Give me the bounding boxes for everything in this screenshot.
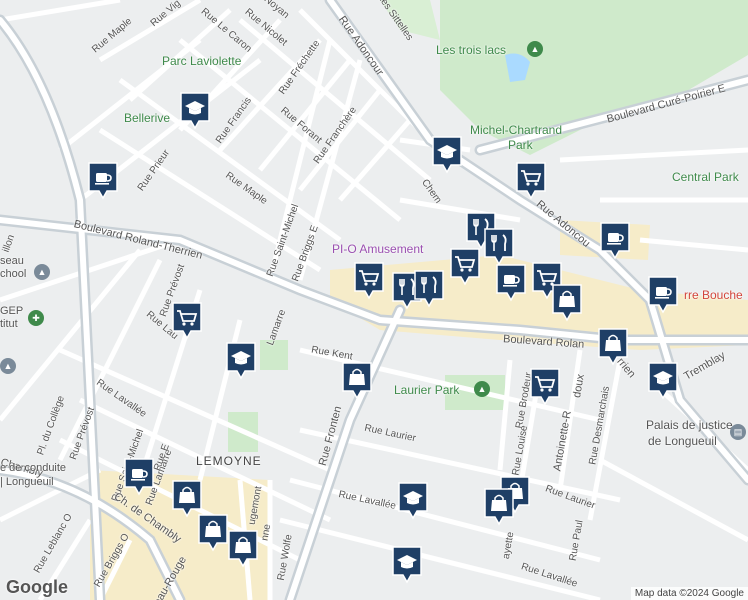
park-label-laurier: Laurier Park	[394, 383, 460, 397]
school-pin-west: ▲	[34, 264, 50, 280]
map-marker-grocery-cart[interactable]	[530, 368, 560, 406]
grocery-cart-icon	[172, 302, 202, 340]
cafe-icon	[496, 264, 526, 302]
school-icon	[648, 362, 678, 400]
place-label-bellerive: Bellerive	[124, 111, 171, 125]
map-marker-school[interactable]	[180, 92, 210, 130]
school-icon	[398, 482, 428, 520]
cegep-pin: ✚	[28, 310, 44, 326]
map-marker-shopping-bag[interactable]	[228, 530, 258, 568]
grocery-cart-icon	[516, 162, 546, 200]
restaurant-icon	[414, 270, 444, 308]
park-pin-trois-lacs: ▲	[527, 41, 543, 57]
shopping-bag-icon	[598, 328, 628, 366]
school-icon	[180, 92, 210, 130]
school-icon	[392, 546, 422, 584]
shopping-bag-icon	[172, 480, 202, 518]
map-marker-cafe[interactable]	[124, 458, 154, 496]
grocery-cart-icon	[530, 368, 560, 406]
school-pin-west-2: ▲	[0, 358, 16, 374]
cafe-icon	[88, 162, 118, 200]
map-marker-grocery-cart[interactable]	[450, 248, 480, 286]
map-marker-cafe[interactable]	[648, 276, 678, 314]
park-label-trois-lacs: Les trois lacs	[436, 43, 507, 57]
map-marker-school[interactable]	[398, 482, 428, 520]
map-marker-cafe[interactable]	[496, 264, 526, 302]
place-label-seau: seau	[0, 255, 24, 267]
grocery-cart-icon	[354, 262, 384, 300]
map-marker-grocery-cart[interactable]	[172, 302, 202, 340]
cafe-icon	[124, 458, 154, 496]
map-marker-restaurant[interactable]	[484, 228, 514, 266]
shopping-bag-icon	[228, 530, 258, 568]
google-logo: Google	[6, 577, 68, 597]
map-marker-school[interactable]	[226, 342, 256, 380]
map-base-layer	[0, 0, 748, 600]
map-marker-shopping-bag[interactable]	[552, 284, 582, 322]
map-marker-shopping-bag[interactable]	[484, 488, 514, 526]
place-label-school: chool	[0, 268, 27, 280]
map-marker-cafe[interactable]	[88, 162, 118, 200]
map-marker-shopping-bag[interactable]	[172, 480, 202, 518]
place-label-central-park: Central Park	[672, 170, 739, 184]
school-icon	[432, 136, 462, 174]
place-label-longueuil: | Longueuil	[0, 476, 54, 488]
map-marker-school[interactable]	[392, 546, 422, 584]
map-marker-grocery-cart[interactable]	[354, 262, 384, 300]
map-marker-school[interactable]	[648, 362, 678, 400]
map-marker-grocery-cart[interactable]	[516, 162, 546, 200]
shopping-bag-icon	[552, 284, 582, 322]
park-label-laviolette: Parc Laviolette	[162, 54, 242, 68]
map-canvas[interactable]: Rue Maple Rue Vig Rue Le Caron Rue Nicol…	[0, 0, 748, 600]
shopping-bag-icon	[484, 488, 514, 526]
map-marker-shopping-bag[interactable]	[198, 514, 228, 552]
map-marker-shopping-bag[interactable]	[342, 362, 372, 400]
cafe-icon	[600, 222, 630, 260]
place-label-palais: Palais de justice	[646, 418, 733, 432]
school-icon	[226, 342, 256, 380]
place-label-cegep: GEP	[0, 305, 24, 317]
shopping-bag-icon	[198, 514, 228, 552]
map-marker-school[interactable]	[432, 136, 462, 174]
cafe-icon	[648, 276, 678, 314]
poi-label-rre-bouche: rre Bouche	[684, 288, 743, 302]
map-marker-restaurant[interactable]	[414, 270, 444, 308]
neighborhood-label-lemoyne: LEMOYNE	[196, 454, 262, 468]
place-label-conduite: e de conduite	[0, 462, 67, 474]
restaurant-icon	[484, 228, 514, 266]
place-label-titut: titut	[0, 318, 18, 330]
map-marker-shopping-bag[interactable]	[598, 328, 628, 366]
map-attribution[interactable]: Map data ©2024 Google	[630, 587, 748, 600]
park-label-michel-chartrand-2: Park	[508, 138, 533, 152]
shopping-bag-icon	[342, 362, 372, 400]
place-label-palais-2: de Longueuil	[648, 434, 717, 448]
park-label-michel-chartrand: Michel-Chartrand	[470, 123, 563, 137]
park-pin-laurier: ▲	[474, 381, 490, 397]
courthouse-pin: ▤	[730, 424, 746, 440]
grocery-cart-icon	[450, 248, 480, 286]
map-marker-cafe[interactable]	[600, 222, 630, 260]
poi-label-pio-amusement: PI-O Amusement	[332, 242, 424, 256]
